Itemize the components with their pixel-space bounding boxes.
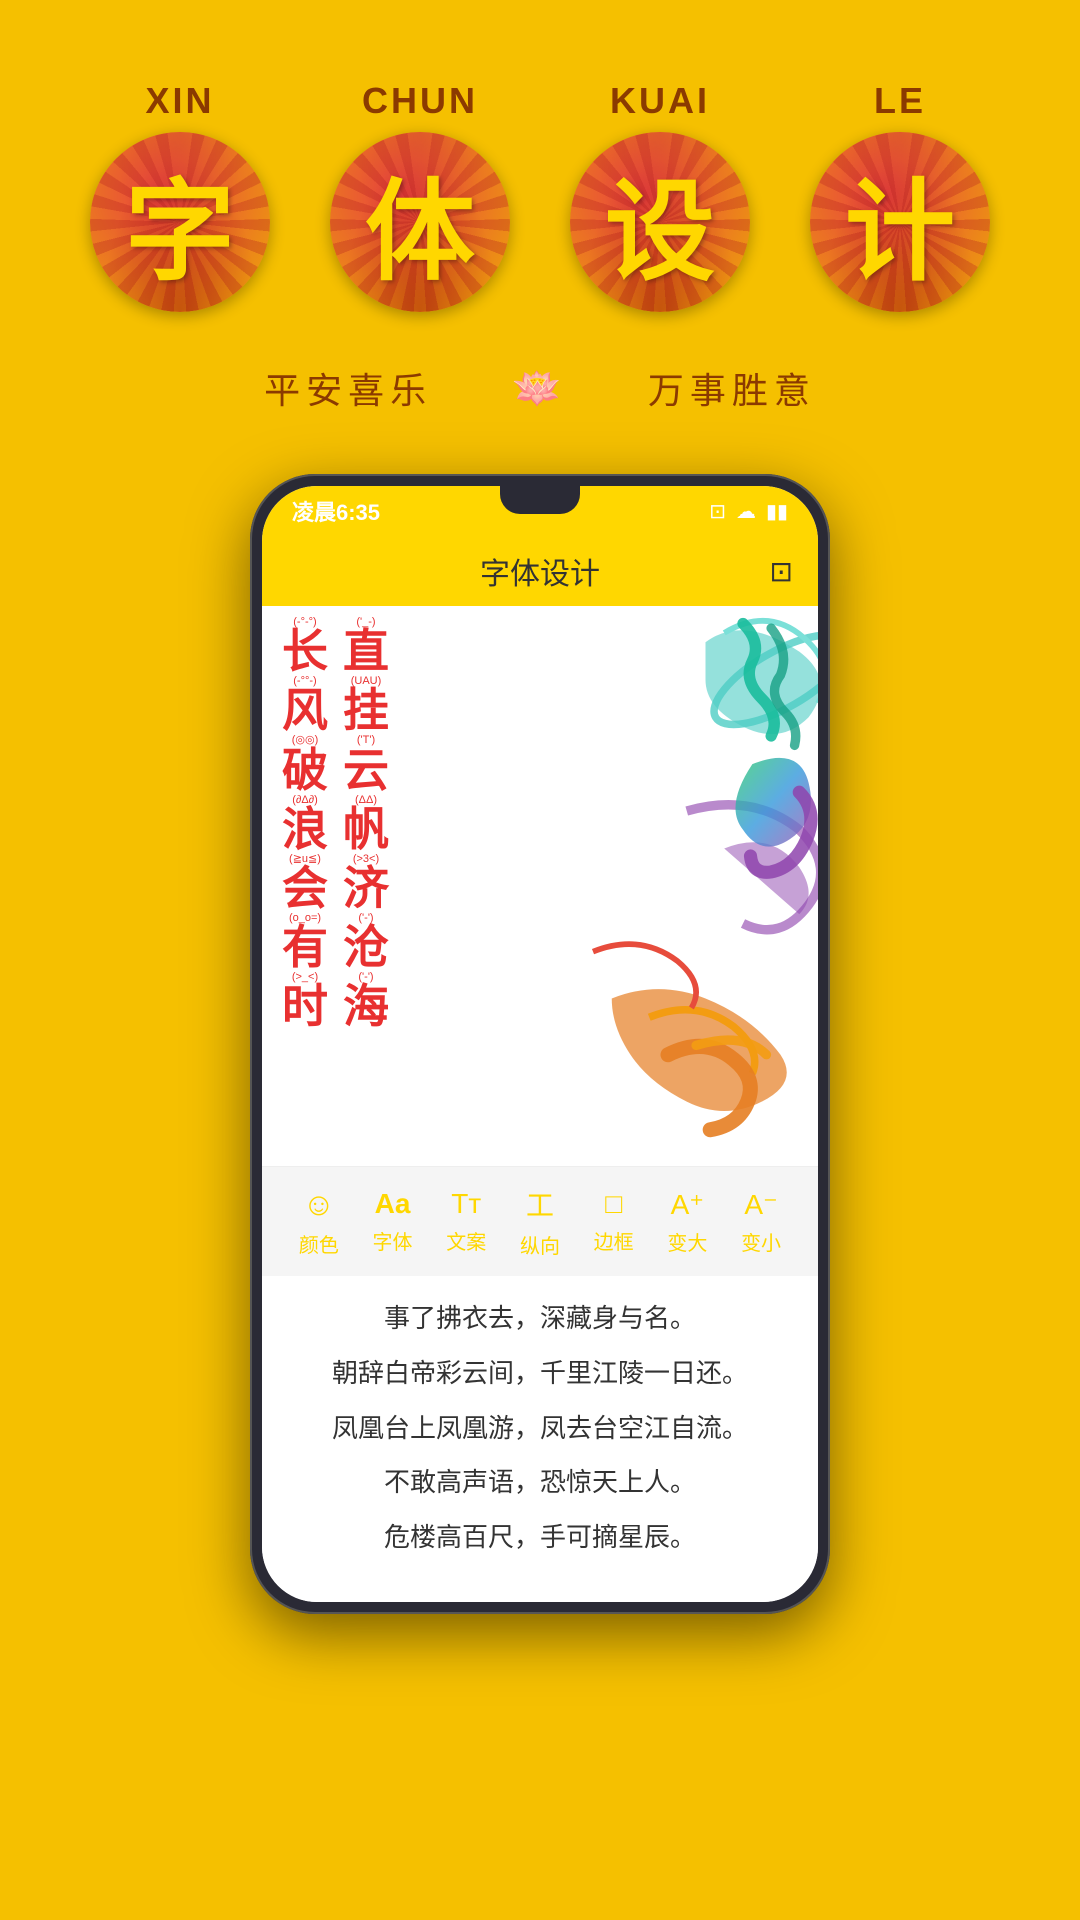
- pinyin-chun: CHUN: [330, 80, 510, 122]
- smaller-label: 变小: [741, 1227, 781, 1256]
- char-hui: 会: [282, 866, 328, 912]
- border-icon: □: [605, 1188, 622, 1220]
- app-header: 字体设计 ⊡: [262, 536, 818, 606]
- toolbar-text[interactable]: Tт 文案: [446, 1188, 486, 1255]
- border-label: 边框: [594, 1226, 634, 1255]
- text-label: 文案: [446, 1226, 486, 1255]
- pinyin-kuai: KUAI: [570, 80, 750, 122]
- poem-col-1: (-°-°) 长 (-°°-) 风 (◎◎) 破 (∂Δ∂) 浪 (≧u≦) 会…: [282, 616, 328, 1030]
- vertical-label: 纵向: [520, 1230, 560, 1259]
- status-time: 凌晨6:35: [292, 495, 380, 527]
- circle-ti: 体: [330, 132, 510, 312]
- toolbar-border[interactable]: □ 边框: [594, 1188, 634, 1255]
- phone-section: 凌晨6:35 ⊡ ☁ ▮▮ 字体设计 ⊡ (-°-°): [0, 474, 1080, 1614]
- char-you: 有: [282, 925, 328, 971]
- phone-notch: [500, 486, 580, 514]
- poem-line-2: 朝辞白帝彩云间，千里江陵一日还。: [302, 1351, 778, 1398]
- app-title: 字体设计: [480, 549, 600, 593]
- vertical-icon: 工: [526, 1184, 554, 1224]
- pinyin-row: XIN 字 CHUN 体 KUAI 设 LE 计: [90, 80, 990, 312]
- swirl-decoration: [518, 606, 818, 1166]
- char-lang: 浪: [282, 807, 328, 853]
- font-label: 字体: [373, 1226, 413, 1255]
- share-icon[interactable]: ⊡: [770, 555, 793, 588]
- col-gap: [328, 616, 343, 1030]
- pinyin-item-le: LE 计: [810, 80, 990, 312]
- subtitle-right: 万事胜意: [648, 362, 816, 414]
- lotus-icon: 🪷: [512, 365, 568, 412]
- poem-line-3: 凤凰台上凤凰游，凤去台空江自流。: [302, 1406, 778, 1453]
- subtitle-left: 平安喜乐: [264, 362, 432, 414]
- text-icon: Tт: [451, 1188, 481, 1220]
- font-icon: Aa: [375, 1188, 411, 1220]
- toolbar-vertical[interactable]: 工 纵向: [520, 1184, 560, 1259]
- bigger-label: 变大: [667, 1227, 707, 1256]
- char-chang: 长: [282, 629, 328, 675]
- char-ji: 计: [845, 142, 955, 302]
- subtitle-row: 平安喜乐 🪷 万事胜意: [264, 362, 816, 414]
- char-zi: 字: [125, 142, 235, 302]
- top-section: XIN 字 CHUN 体 KUAI 设 LE 计 平安喜乐 🪷 万事胜意: [0, 0, 1080, 414]
- bigger-icon: A⁺: [671, 1188, 704, 1221]
- char-hai: 海: [343, 984, 389, 1030]
- circle-zi: 字: [90, 132, 270, 312]
- char-gua: 挂: [343, 688, 389, 734]
- char-po: 破: [282, 748, 328, 794]
- toolbar-bigger[interactable]: A⁺ 变大: [667, 1188, 707, 1256]
- status-icons: ⊡ ☁ ▮▮: [709, 499, 788, 524]
- char-fan: 帆: [343, 807, 389, 853]
- battery-icon: ▮▮: [766, 499, 788, 524]
- pinyin-item-xin: XIN 字: [90, 80, 270, 312]
- poem-columns: (-°-°) 长 (-°°-) 风 (◎◎) 破 (∂Δ∂) 浪 (≧u≦) 会…: [282, 616, 389, 1030]
- text-content: 事了拂衣去，深藏身与名。 朝辞白帝彩云间，千里江陵一日还。 凤凰台上凤凰游，凤去…: [262, 1276, 818, 1602]
- phone-inner: 凌晨6:35 ⊡ ☁ ▮▮ 字体设计 ⊡ (-°-°): [262, 486, 818, 1602]
- poem-line-5: 危楼高百尺，手可摘星辰。: [302, 1515, 778, 1562]
- char-ti: 体: [365, 142, 475, 302]
- char-shi: 时: [282, 984, 328, 1030]
- poem-line-1: 事了拂衣去，深藏身与名。: [302, 1296, 778, 1343]
- smaller-icon: A⁻: [744, 1188, 777, 1221]
- color-icon: ☺: [303, 1186, 336, 1223]
- toolbar-smaller[interactable]: A⁻ 变小: [741, 1188, 781, 1256]
- pinyin-le: LE: [810, 80, 990, 122]
- circle-she: 设: [570, 132, 750, 312]
- pinyin-item-kuai: KUAI 设: [570, 80, 750, 312]
- design-canvas: (-°-°) 长 (-°°-) 风 (◎◎) 破 (∂Δ∂) 浪 (≧u≦) 会…: [262, 606, 818, 1166]
- char-ji: 济: [343, 866, 389, 912]
- phone-mockup: 凌晨6:35 ⊡ ☁ ▮▮ 字体设计 ⊡ (-°-°): [250, 474, 830, 1614]
- char-she: 设: [605, 142, 715, 302]
- poem-col-2: ('_-) 直 (UAU) 挂 ('T') 云 (ΔΔ) 帆 (>3<) 济 (…: [343, 616, 389, 1030]
- wifi-icon: ⊡: [709, 499, 726, 524]
- char-yun: 云: [343, 748, 389, 794]
- char-zhi: 直: [343, 629, 389, 675]
- toolbar-font[interactable]: Aa 字体: [373, 1188, 413, 1255]
- poem-line-4: 不敢高声语，恐惊天上人。: [302, 1460, 778, 1507]
- char-cang: 沧: [343, 925, 389, 971]
- toolbar-color[interactable]: ☺ 颜色: [299, 1186, 339, 1258]
- toolbar: ☺ 颜色 Aa 字体 Tт 文案 工 纵向 □ 边框: [262, 1166, 818, 1276]
- pinyin-xin: XIN: [90, 80, 270, 122]
- pinyin-item-chun: CHUN 体: [330, 80, 510, 312]
- char-feng: 风: [282, 688, 328, 734]
- signal-icon: ☁: [736, 499, 756, 524]
- color-label: 颜色: [299, 1229, 339, 1258]
- circle-ji: 计: [810, 132, 990, 312]
